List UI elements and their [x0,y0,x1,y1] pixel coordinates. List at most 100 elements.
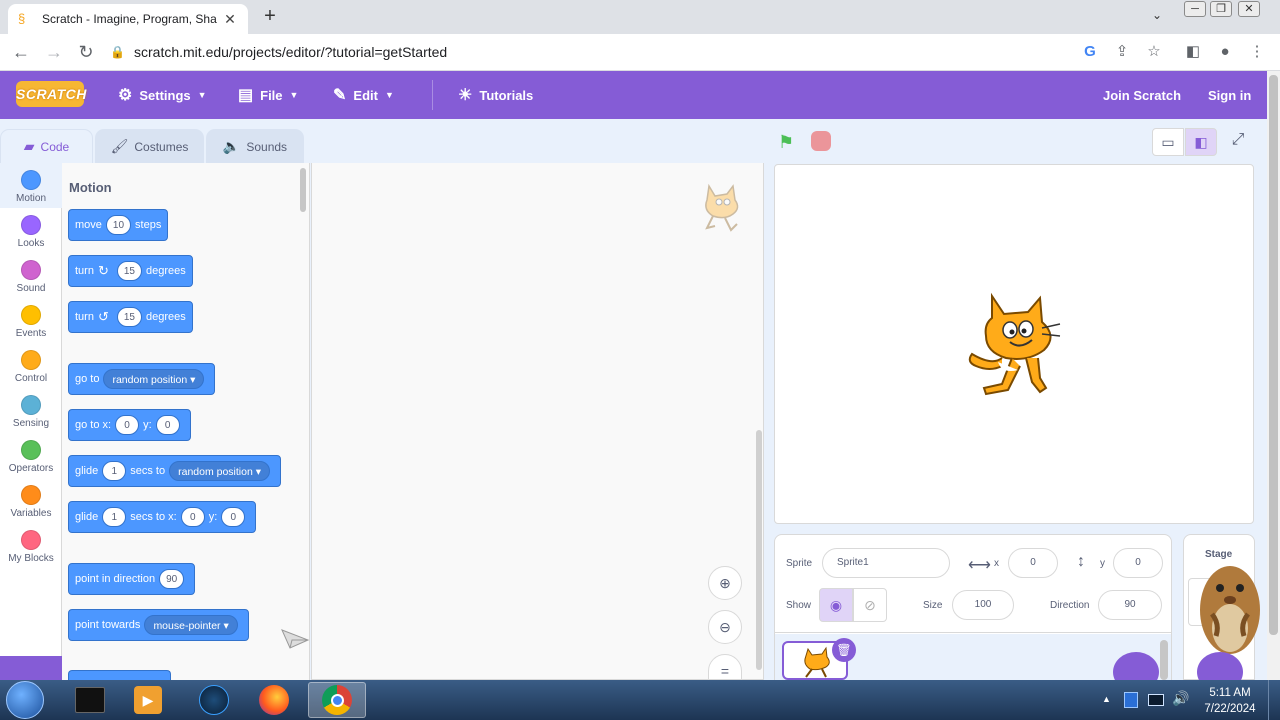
glide-target-dropdown[interactable]: random position ▾ [169,461,271,481]
y-input[interactable]: 0 [221,507,246,527]
google-translate-icon[interactable]: G [1080,42,1100,62]
browser-tab[interactable]: § Scratch - Imagine, Program, Sha ✕ [8,4,248,34]
settings-menu[interactable]: ⚙ Settings ▼ [118,85,207,105]
zoom-out-button[interactable]: ⊖ [708,610,742,644]
new-tab-button[interactable]: + [260,6,280,26]
browser-menu-icon[interactable]: ⋮ [1247,42,1267,62]
block-glide-to[interactable]: glide 1 secs to random position ▾ [68,455,282,487]
start-button[interactable] [6,681,44,719]
direction-input[interactable]: 90 [1098,590,1162,620]
category-control[interactable]: Control [0,343,62,388]
sprite-list-scrollbar[interactable] [1160,640,1168,680]
palette-scrollbar[interactable] [300,168,306,212]
block-turn-right[interactable]: turn ↻ 15 degrees [68,255,193,287]
scratch-cat-sprite[interactable] [962,292,1064,398]
x-input[interactable]: 0 [180,507,205,527]
close-window-button[interactable]: ✕ [1238,1,1260,17]
block-go-to[interactable]: go to random position ▾ [68,363,216,395]
restore-window-button[interactable]: ❐ [1210,1,1232,17]
secs-input[interactable]: 1 [102,507,127,527]
direction-input[interactable]: 90 [159,569,185,589]
category-operators[interactable]: Operators [0,433,62,478]
taskbar-app-firefox[interactable] [248,682,300,718]
bookmark-star-icon[interactable]: ☆ [1144,42,1164,62]
rotate-clockwise-icon: ↻ [97,263,109,278]
block-go-to-xy[interactable]: go to x: 0 y: 0 [68,409,191,441]
close-tab-icon[interactable]: ✕ [222,11,238,28]
equals-icon: = [720,663,730,679]
taskbar-app-terminal[interactable] [64,682,116,718]
secs-input[interactable]: 1 [102,461,127,481]
tab-costumes[interactable]: 🖌 Costumes [95,129,204,163]
script-area[interactable] [311,163,764,680]
caret-down-icon: ▼ [197,90,207,100]
forward-icon[interactable]: → [43,41,65,63]
category-label: Sound [16,283,46,294]
stop-button[interactable] [811,131,831,151]
block-turn-left[interactable]: turn ↺ 15 degrees [68,301,193,333]
edit-menu[interactable]: ✎ Edit ▼ [333,85,394,105]
side-panel-icon[interactable]: ◧ [1183,42,1203,62]
go-to-target-dropdown[interactable]: random position ▾ [103,369,205,389]
steps-input[interactable]: 10 [105,215,132,235]
block-move-steps[interactable]: move 10 steps [68,209,169,241]
zoom-reset-button[interactable]: = [708,654,742,680]
show-sprite-button[interactable]: ◉ [819,588,853,622]
fullscreen-button[interactable]: ⤢ [1226,131,1250,153]
profile-icon[interactable]: ● [1215,42,1235,62]
y-input[interactable]: 0 [155,415,180,435]
show-desktop-button[interactable] [1268,680,1280,720]
block-point-towards[interactable]: point towards mouse-pointer ▾ [68,609,249,641]
tab-search-chevron-icon[interactable]: ⌄ [1152,8,1168,24]
script-area-scrollbar[interactable] [756,430,762,670]
page-scrollbar-thumb[interactable] [1269,75,1278,635]
y-position-input[interactable]: 0 [1113,548,1163,578]
tray-expand-icon[interactable]: ▲ [1102,694,1111,704]
code-blocks-icon: ▰ [23,138,35,154]
network-icon[interactable] [1148,694,1164,706]
degrees-input[interactable]: 15 [116,261,142,281]
green-flag-button[interactable]: ⚑ [778,131,794,153]
reload-icon[interactable]: ↻ [75,41,97,63]
x-input[interactable]: 0 [115,415,140,435]
sign-in-link[interactable]: Sign in [1208,85,1251,105]
media-player-icon: ▶ [134,686,162,714]
block-point-in-direction[interactable]: point in direction 90 [68,563,196,595]
category-my-blocks[interactable]: My Blocks [0,523,62,568]
small-stage-button[interactable]: ▭ [1152,128,1184,156]
taskbar-clock[interactable]: 5:11 AM 7/22/2024 [1196,685,1264,717]
tray-app-icon[interactable] [1124,692,1138,708]
taskbar-app-globe[interactable] [188,682,240,718]
join-scratch-link[interactable]: Join Scratch [1103,85,1181,105]
category-sensing[interactable]: Sensing [0,388,62,433]
sprite-name-input[interactable]: Sprite1 [822,548,950,578]
taskbar-app-media-player[interactable]: ▶ [122,682,174,718]
taskbar-app-chrome[interactable] [308,682,366,718]
tutorials-menu[interactable]: ☀ Tutorials [458,85,533,105]
tab-code[interactable]: ▰ Code [0,129,93,163]
scratch-logo[interactable]: SCRATCH [16,81,86,107]
delete-sprite-button[interactable]: 🗑 [832,638,856,662]
normal-stage-button[interactable]: ◧ [1185,128,1217,156]
x-position-input[interactable]: 0 [1008,548,1058,578]
share-icon[interactable]: ⇪ [1112,42,1132,62]
category-sound[interactable]: Sound [0,253,62,298]
back-icon[interactable]: ← [10,41,32,63]
size-input[interactable]: 100 [952,590,1014,620]
degrees-input[interactable]: 15 [116,307,142,327]
block-glide-to-xy[interactable]: glide 1 secs to x: 0 y: 0 [68,501,257,533]
file-menu[interactable]: ▤ File ▼ [238,85,298,105]
zoom-in-button[interactable]: ⊕ [708,566,742,600]
point-towards-dropdown[interactable]: mouse-pointer ▾ [144,615,238,635]
hide-sprite-button[interactable]: ⊘ [853,588,887,622]
category-variables[interactable]: Variables [0,478,62,523]
url-field[interactable]: 🔒 scratch.mit.edu/projects/editor/?tutor… [110,39,1070,65]
category-motion[interactable]: Motion [0,163,62,208]
add-extension-button[interactable] [0,656,62,680]
category-events[interactable]: Events [0,298,62,343]
tab-sounds[interactable]: 🔈 Sounds [206,129,304,163]
category-looks[interactable]: Looks [0,208,62,253]
minimize-window-button[interactable]: ─ [1184,1,1206,17]
volume-icon[interactable]: 🔊 [1172,690,1189,707]
tab-title: Scratch - Imagine, Program, Sha [42,12,217,26]
